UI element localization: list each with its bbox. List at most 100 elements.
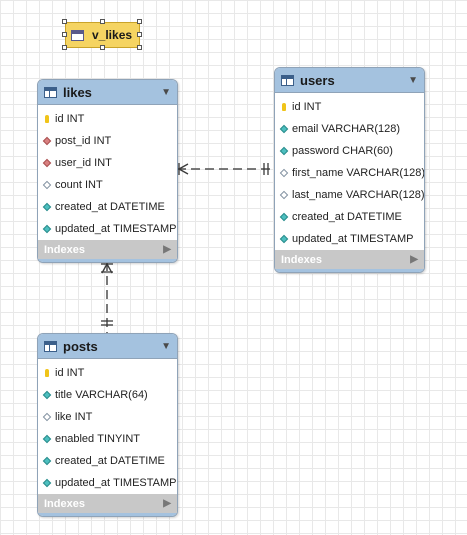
column-name: like xyxy=(55,411,72,423)
column-name: user_id xyxy=(55,157,92,169)
column-row-like[interactable]: like INT xyxy=(38,406,177,428)
er-diagram-canvas: v_likes likes ▼ id INT post_id INT user_id… xyxy=(0,0,467,535)
indexes-label: Indexes xyxy=(44,243,85,256)
resize-handle-top-middle[interactable] xyxy=(100,19,105,24)
table-footer xyxy=(275,269,424,272)
column-row-password[interactable]: password CHAR(60) xyxy=(275,140,424,162)
column-type: TIMESTAMP xyxy=(113,477,177,489)
column-type: CHAR(60) xyxy=(342,145,393,157)
collapse-arrow-icon[interactable]: ▼ xyxy=(161,341,171,352)
table-header[interactable]: users ▼ xyxy=(275,68,424,93)
not-null-column-icon xyxy=(42,224,52,234)
resize-handle-middle-left[interactable] xyxy=(62,32,67,37)
column-list: id INT post_id INT user_id INT count INT cre… xyxy=(38,105,177,240)
table-users[interactable]: users ▼ id INT email VARCHAR(128) password… xyxy=(274,67,425,273)
column-row-post-id[interactable]: post_id INT xyxy=(38,130,177,152)
nullable-column-icon xyxy=(42,412,52,422)
column-type: VARCHAR(128) xyxy=(346,167,425,179)
table-posts[interactable]: posts ▼ id INT title VARCHAR(64) like INT e… xyxy=(37,333,178,517)
indexes-bar[interactable]: Indexes ▶ xyxy=(38,240,177,259)
column-name: updated_at xyxy=(55,477,111,489)
foreign-key-icon xyxy=(42,158,52,168)
column-name: post_id xyxy=(55,135,91,147)
column-type: DATETIME xyxy=(110,455,165,467)
column-row-created-at[interactable]: created_at DATETIME xyxy=(275,206,424,228)
column-name: last_name xyxy=(292,189,343,201)
column-type: TIMESTAMP xyxy=(350,233,414,245)
table-icon xyxy=(281,74,294,86)
column-type: TIMESTAMP xyxy=(113,223,177,235)
column-type: VARCHAR(128) xyxy=(321,123,401,135)
column-row-id[interactable]: id INT xyxy=(38,108,177,130)
column-row-updated-at[interactable]: updated_at TIMESTAMP xyxy=(275,228,424,250)
column-name: created_at xyxy=(292,211,344,223)
column-type: INT xyxy=(94,157,112,169)
column-row-updated-at[interactable]: updated_at TIMESTAMP xyxy=(38,218,177,240)
column-row-count[interactable]: count INT xyxy=(38,174,177,196)
indexes-bar[interactable]: Indexes ▶ xyxy=(275,250,424,269)
column-type: INT xyxy=(74,411,93,423)
expand-arrow-icon[interactable]: ▶ xyxy=(163,498,171,509)
resize-handle-bottom-right[interactable] xyxy=(137,45,142,50)
column-type: INT xyxy=(66,113,85,125)
table-title: posts xyxy=(63,338,98,354)
expand-arrow-icon[interactable]: ▶ xyxy=(163,244,171,255)
foreign-key-icon xyxy=(42,136,52,146)
column-row-enabled[interactable]: enabled TINYINT xyxy=(38,428,177,450)
column-name: updated_at xyxy=(292,233,348,245)
primary-key-icon xyxy=(280,102,288,112)
indexes-label: Indexes xyxy=(281,253,322,266)
column-type: VARCHAR(128) xyxy=(345,189,425,201)
nullable-column-icon xyxy=(279,190,289,200)
column-type: INT xyxy=(93,135,112,147)
not-null-column-icon xyxy=(42,456,52,466)
column-name: count xyxy=(55,179,82,191)
column-name: first_name xyxy=(292,167,344,179)
column-row-created-at[interactable]: created_at DATETIME xyxy=(38,450,177,472)
table-likes[interactable]: likes ▼ id INT post_id INT user_id INT coun… xyxy=(37,79,178,263)
resize-handle-bottom-middle[interactable] xyxy=(100,45,105,50)
primary-key-icon xyxy=(43,368,51,378)
column-name: updated_at xyxy=(55,223,111,235)
not-null-column-icon xyxy=(42,478,52,488)
not-null-column-icon xyxy=(279,124,289,134)
not-null-column-icon xyxy=(279,212,289,222)
column-type: INT xyxy=(66,367,85,379)
column-type: INT xyxy=(303,101,322,113)
primary-key-icon xyxy=(43,114,51,124)
resize-handle-middle-right[interactable] xyxy=(137,32,142,37)
not-null-column-icon xyxy=(279,234,289,244)
column-row-id[interactable]: id INT xyxy=(275,96,424,118)
column-row-id[interactable]: id INT xyxy=(38,362,177,384)
indexes-bar[interactable]: Indexes ▶ xyxy=(38,494,177,513)
column-row-updated-at[interactable]: updated_at TIMESTAMP xyxy=(38,472,177,494)
table-footer xyxy=(38,513,177,516)
collapse-arrow-icon[interactable]: ▼ xyxy=(161,87,171,98)
resize-handle-top-left[interactable] xyxy=(62,19,67,24)
nullable-column-icon xyxy=(279,168,289,178)
table-footer xyxy=(38,259,177,262)
column-type: VARCHAR(64) xyxy=(75,389,148,401)
resize-handle-bottom-left[interactable] xyxy=(62,45,67,50)
not-null-column-icon xyxy=(42,434,52,444)
column-row-last-name[interactable]: last_name VARCHAR(128) xyxy=(275,184,424,206)
column-name: enabled xyxy=(55,433,95,445)
column-row-first-name[interactable]: first_name VARCHAR(128) xyxy=(275,162,424,184)
view-title: v_likes xyxy=(92,28,133,42)
column-name: created_at xyxy=(55,201,107,213)
resize-handle-top-right[interactable] xyxy=(137,19,142,24)
column-row-title[interactable]: title VARCHAR(64) xyxy=(38,384,177,406)
column-row-email[interactable]: email VARCHAR(128) xyxy=(275,118,424,140)
expand-arrow-icon[interactable]: ▶ xyxy=(410,254,418,265)
column-name: password xyxy=(292,145,340,157)
column-row-created-at[interactable]: created_at DATETIME xyxy=(38,196,177,218)
table-header[interactable]: likes ▼ xyxy=(38,80,177,105)
collapse-arrow-icon[interactable]: ▼ xyxy=(408,75,418,86)
not-null-column-icon xyxy=(42,390,52,400)
column-name: email xyxy=(292,123,319,135)
column-list: id INT title VARCHAR(64) like INT enabled T… xyxy=(38,359,177,494)
table-header[interactable]: posts ▼ xyxy=(38,334,177,359)
column-type: TINYINT xyxy=(97,433,140,445)
column-row-user-id[interactable]: user_id INT xyxy=(38,152,177,174)
column-name: id xyxy=(55,367,64,379)
